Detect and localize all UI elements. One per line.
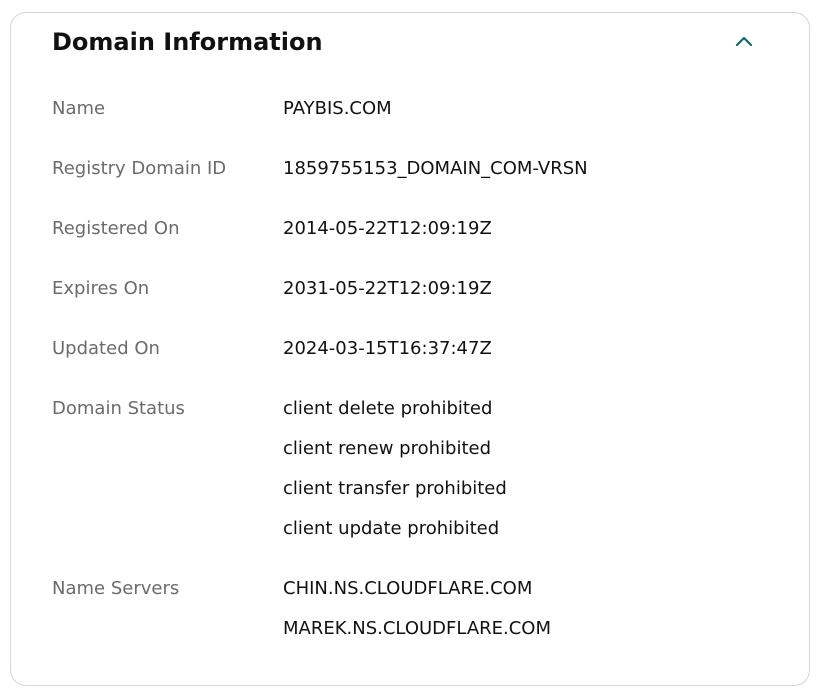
card-title: Domain Information	[52, 28, 323, 56]
name-server-value: CHIN.NS.CLOUDFLARE.COM	[283, 578, 533, 599]
row-values: 2024-03-15T16:37:47Z	[283, 329, 492, 369]
chevron-up-icon	[735, 36, 753, 47]
domain-information-card: Domain Information Name PAYBIS.COM Regis…	[10, 12, 810, 686]
expires-on-value: 2031-05-22T12:09:19Z	[283, 278, 492, 299]
row-expires-on: Expires On 2031-05-22T12:09:19Z	[52, 269, 772, 309]
row-registry-domain-id: Registry Domain ID 1859755153_DOMAIN_COM…	[52, 149, 772, 189]
row-label: Expires On	[52, 278, 150, 299]
row-domain-status: Domain Status client delete prohibited c…	[52, 389, 772, 549]
row-name: Name PAYBIS.COM	[52, 89, 772, 129]
row-name-servers: Name Servers CHIN.NS.CLOUDFLARE.COM MARE…	[52, 569, 772, 649]
row-values: 2031-05-22T12:09:19Z	[283, 269, 492, 309]
registered-on-value: 2014-05-22T12:09:19Z	[283, 218, 492, 239]
row-label: Updated On	[52, 338, 160, 359]
domain-status-value: client update prohibited	[283, 518, 500, 539]
row-label: Name	[52, 98, 106, 119]
domain-name-value: PAYBIS.COM	[283, 98, 392, 119]
row-values: 2014-05-22T12:09:19Z	[283, 209, 492, 249]
row-label: Registry Domain ID	[52, 158, 227, 179]
row-label: Domain Status	[52, 398, 185, 419]
row-registered-on: Registered On 2014-05-22T12:09:19Z	[52, 209, 772, 249]
row-updated-on: Updated On 2024-03-15T16:37:47Z	[52, 329, 772, 369]
row-values: PAYBIS.COM	[283, 89, 392, 129]
row-values: client delete prohibited client renew pr…	[283, 389, 507, 549]
domain-status-value: client delete prohibited	[283, 398, 493, 419]
row-values: 1859755153_DOMAIN_COM-VRSN	[283, 149, 588, 189]
row-values: CHIN.NS.CLOUDFLARE.COM MAREK.NS.CLOUDFLA…	[283, 569, 551, 649]
row-label: Registered On	[52, 218, 180, 239]
domain-status-value: client renew prohibited	[283, 438, 492, 459]
domain-status-value: client transfer prohibited	[283, 478, 507, 499]
name-server-value: MAREK.NS.CLOUDFLARE.COM	[283, 618, 551, 639]
domain-details-list: Name PAYBIS.COM Registry Domain ID 18597…	[52, 89, 772, 669]
registry-domain-id-value: 1859755153_DOMAIN_COM-VRSN	[283, 158, 588, 179]
row-label: Name Servers	[52, 578, 180, 599]
updated-on-value: 2024-03-15T16:37:47Z	[283, 338, 492, 359]
collapse-button[interactable]	[730, 29, 758, 53]
